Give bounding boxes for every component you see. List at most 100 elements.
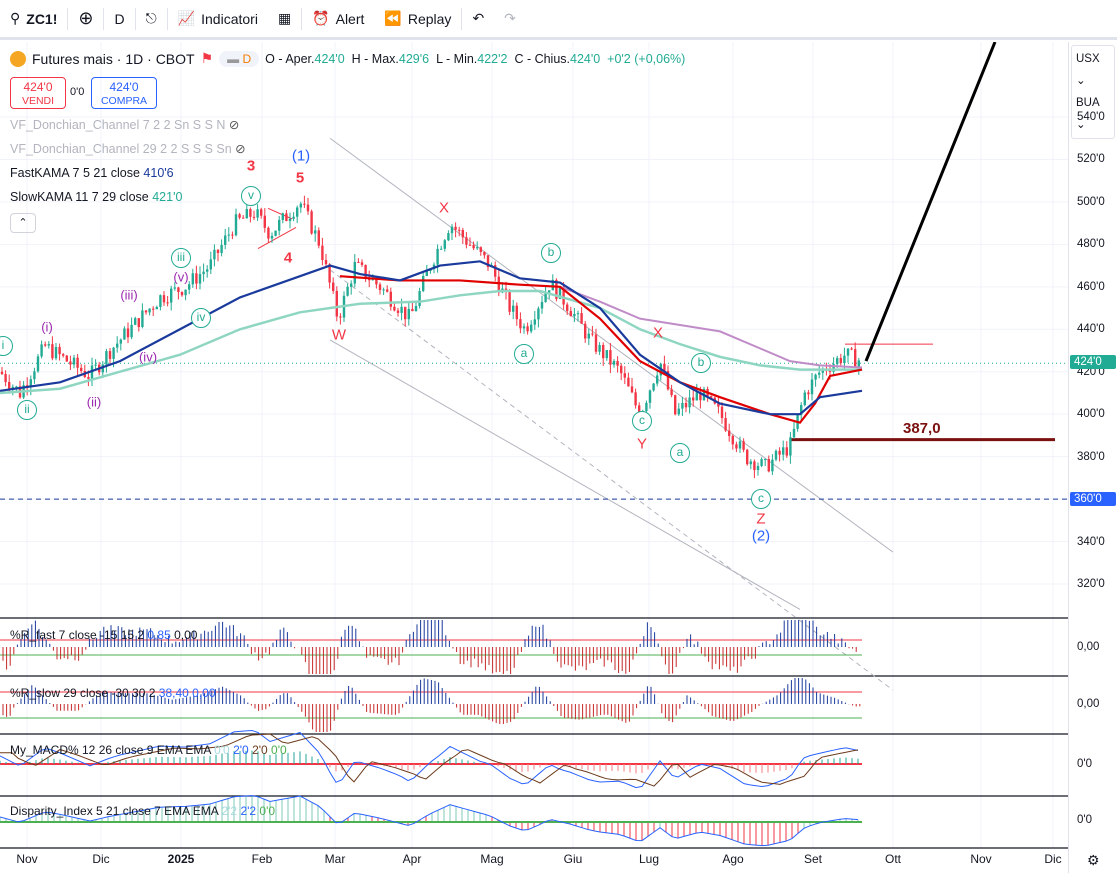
candle-body xyxy=(692,397,695,401)
grid-icon: ▦ xyxy=(277,10,292,26)
candle-body xyxy=(281,213,284,220)
wave-circle: c xyxy=(632,411,652,431)
candle-body xyxy=(378,284,382,291)
candle-body xyxy=(461,229,464,238)
candle-body xyxy=(36,356,40,372)
price-axis[interactable]: USX ⌄ BUA ⌄ 540'0 520'0 500'0 480'0 460'0 440… xyxy=(1068,42,1117,873)
candle-body xyxy=(180,292,184,296)
undo-button[interactable]: ↶ xyxy=(462,0,494,39)
candle-body xyxy=(749,461,752,465)
candle-body xyxy=(688,397,691,408)
redo-icon: ↷ xyxy=(504,10,516,26)
candle-body xyxy=(245,209,248,219)
candle-body xyxy=(270,235,274,239)
pane-axis-value: 0,00 xyxy=(1077,641,1100,653)
candle-body xyxy=(123,328,126,340)
sell-button[interactable]: 424'0 VENDI xyxy=(10,77,66,109)
candle-body xyxy=(314,230,317,234)
candle-body xyxy=(317,230,320,246)
symbol-search[interactable]: ⚲ ZC1! xyxy=(0,0,67,39)
candle-body xyxy=(51,344,54,359)
price-tick: 380'0 xyxy=(1077,450,1105,463)
compare-button[interactable]: ⊕ xyxy=(68,0,103,39)
pane-axis-value: 0,00 xyxy=(1077,698,1100,710)
candle-body xyxy=(321,245,324,261)
top-toolbar: ⚲ ZC1! ⊕ D ⎋ 📈 Indicatori ▦ ⏰ Alert ⏪ Replay… xyxy=(0,0,1117,40)
candle-body xyxy=(58,346,61,355)
price-tick: 340'0 xyxy=(1077,535,1105,548)
price-tick: 320'0 xyxy=(1077,577,1105,590)
candle-body xyxy=(850,348,853,350)
candle-body xyxy=(69,361,72,365)
candle-body xyxy=(789,437,792,456)
candle-body xyxy=(818,372,821,375)
wave-circle: ii xyxy=(17,400,37,420)
interval-button[interactable]: D xyxy=(104,0,134,39)
data-badge[interactable]: ▬ D xyxy=(219,50,260,67)
candle-body xyxy=(537,308,540,320)
red-ma-line xyxy=(339,275,863,424)
candle-body xyxy=(396,310,400,313)
pane-title-rfast[interactable]: %R_fast 7 close -15 15 2 0,85 0,00 xyxy=(10,628,197,642)
wave-label: 5 xyxy=(295,169,305,187)
candle-body xyxy=(814,374,817,380)
candle-body xyxy=(674,395,677,415)
chart-type-button[interactable]: ⎋ xyxy=(136,0,167,39)
candle-body xyxy=(803,392,806,406)
indicators-button[interactable]: 📈 Indicatori xyxy=(168,0,268,39)
candle-body xyxy=(458,229,461,231)
currency-selector[interactable]: USX ⌄ xyxy=(1076,48,1110,92)
candle-body xyxy=(580,313,583,324)
candle-body xyxy=(393,306,396,311)
wave-circle: v xyxy=(241,186,261,206)
candle-body xyxy=(76,357,79,368)
indicator-donchian-29[interactable]: VF_Donchian_Channel 29 2 2 S S S Sn ⊘ xyxy=(10,141,246,156)
indicator-fastkama[interactable]: FastKAMA 7 5 21 close 410'6 xyxy=(10,166,174,180)
candle-body xyxy=(47,344,50,346)
candle-body xyxy=(155,306,158,310)
candle-body xyxy=(216,249,220,254)
candle-body xyxy=(598,345,601,352)
plus-circle-icon: ⊕ xyxy=(78,8,94,28)
pane-title-disparity[interactable]: Disparity_Index 5 21 close 7 EMA EMA 2'2… xyxy=(10,804,275,818)
replay-button[interactable]: ⏪ Replay xyxy=(374,0,461,39)
candle-body xyxy=(87,377,90,379)
bars-icon: ⎋ xyxy=(145,10,157,26)
candle-body xyxy=(65,355,68,362)
candle-body xyxy=(44,344,47,346)
collapse-legend-button[interactable]: ⌃ xyxy=(10,213,36,233)
indicator-donchian-7[interactable]: VF_Donchian_Channel 7 2 2 Sn S S N ⊘ xyxy=(10,117,239,132)
wave-label: (iv) xyxy=(138,349,158,365)
eye-off-icon[interactable]: ⊘ xyxy=(235,142,245,156)
candle-body xyxy=(609,350,612,365)
candle-body xyxy=(173,287,176,289)
currency-unit-selector[interactable]: USX ⌄ BUA ⌄ xyxy=(1071,45,1115,139)
eye-off-icon[interactable]: ⊘ xyxy=(229,118,239,132)
candle-body xyxy=(54,346,58,359)
layouts-button[interactable]: ▦ xyxy=(268,0,301,39)
time-axis-label: Dic xyxy=(92,852,110,866)
candle-body xyxy=(296,207,299,217)
alert-button[interactable]: ⏰ Alert xyxy=(302,0,374,39)
macd-signal-line xyxy=(0,733,859,787)
indicator-slowkama[interactable]: SlowKAMA 11 7 29 close 421'0 xyxy=(10,190,182,204)
rewind-icon: ⏪ xyxy=(384,10,402,26)
candle-body xyxy=(785,447,788,456)
wave-label: Y xyxy=(636,435,648,453)
candle-body xyxy=(4,374,7,383)
wave-label: W xyxy=(331,326,347,344)
candle-body xyxy=(454,226,457,230)
pane-title-macd[interactable]: My_MACD% 12 26 close 9 EMA EMA 0'0 2'0 2… xyxy=(10,743,287,757)
time-axis-label: Mag xyxy=(480,852,504,866)
channel-line-lower xyxy=(329,339,801,610)
pane-title-rslow[interactable]: %R_slow 29 close -30 30 2 38,40 0,00 xyxy=(10,686,216,700)
candle-body xyxy=(252,216,256,218)
candle-body xyxy=(533,319,536,325)
redo-button[interactable]: ↷ xyxy=(494,0,526,39)
settings-icon[interactable]: ⚙ xyxy=(1087,852,1100,869)
buy-button[interactable]: 424'0 COMPRA xyxy=(91,77,157,109)
candle-body xyxy=(422,276,425,291)
time-axis-label: Feb xyxy=(251,852,273,866)
candle-body xyxy=(760,459,763,466)
candle-body xyxy=(767,459,770,472)
